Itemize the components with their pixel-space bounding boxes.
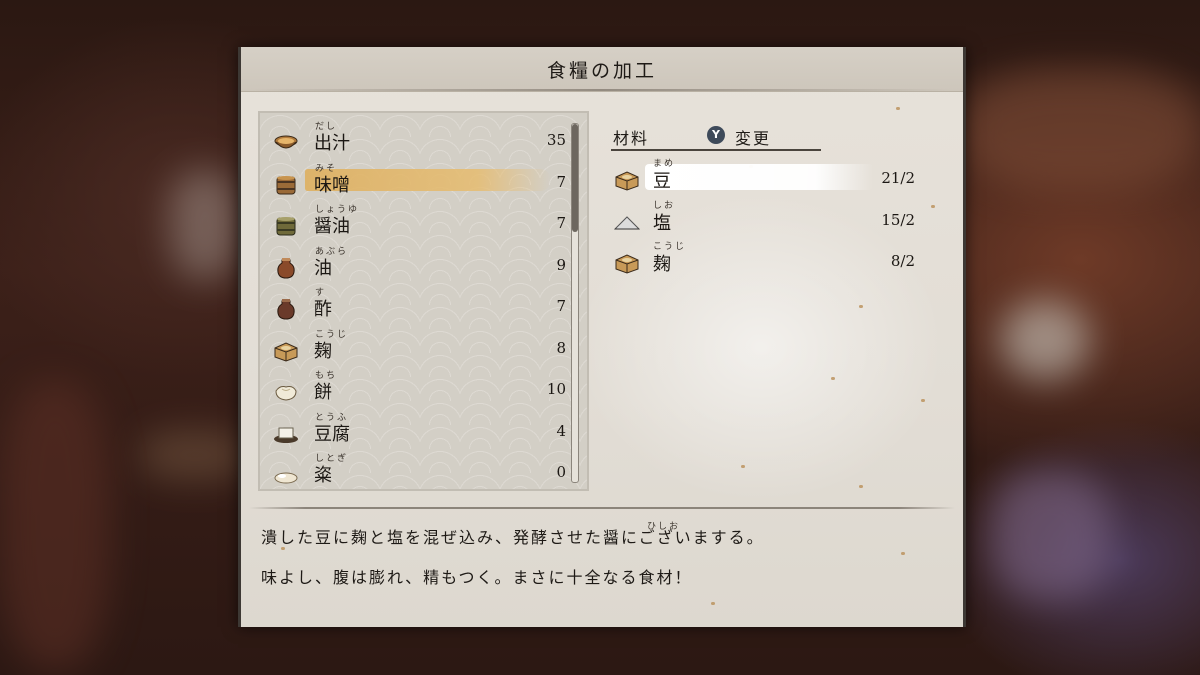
food-list-item[interactable]: こうじ麹 8 <box>260 329 580 370</box>
material-selection-highlight <box>645 164 873 190</box>
material-item[interactable]: まめ豆 21/2 <box>611 159 921 199</box>
bowl-icon <box>273 132 299 154</box>
scrollbar-thumb[interactable] <box>572 124 578 232</box>
description-line-2: 味よし、腹は膨れ、精もつく。まさに十全なる食材！ <box>261 568 693 587</box>
food-name: 粢 <box>314 465 332 486</box>
oil-jar-icon <box>273 257 299 279</box>
food-name: 醤油 <box>314 216 350 237</box>
food-name: 出汁 <box>314 133 350 154</box>
material-item[interactable]: しお塩 15/2 <box>611 201 921 241</box>
mochi-icon <box>273 381 299 403</box>
miso-barrel-icon <box>273 174 299 196</box>
food-name: 餅 <box>314 382 332 403</box>
material-name: 麹 <box>653 254 671 275</box>
change-action-label[interactable]: 変更 <box>735 125 771 149</box>
description-line-1: ひしお 潰した豆に麹と塩を混ぜ込み、発酵させた醤にございまする。 <box>261 522 941 565</box>
food-list: だし 出汁 35 みそ 味噌 7 しょうゆ 醤油 7 あぶら油 9 す酢 7 こうじ麹 8 もち餅 10 とうふ豆… <box>258 111 589 491</box>
food-count: 7 <box>556 297 566 315</box>
food-count: 4 <box>556 421 566 440</box>
y-button-icon[interactable]: Y <box>707 126 725 144</box>
food-name: 油 <box>314 257 332 279</box>
food-count: 10 <box>546 380 566 398</box>
food-count: 9 <box>556 255 566 274</box>
food-list-item[interactable]: みそ 味噌 7 <box>260 163 580 204</box>
material-item[interactable]: こうじ麹 8/2 <box>611 242 921 282</box>
food-count: 7 <box>556 172 566 191</box>
shitogi-icon <box>273 464 299 486</box>
material-quantity: 8/2 <box>890 252 915 270</box>
salt-pile-icon <box>613 211 641 233</box>
food-processing-panel: 食糧の加工 だし 出汁 35 みそ 味噌 7 しょうゆ 醤油 7 あぶら油 9 す酢 7 こうじ麹 8 もち餅… <box>238 47 966 627</box>
food-count: 35 <box>546 131 566 149</box>
food-name: 味噌 <box>314 174 350 196</box>
material-name: 豆 <box>653 171 671 192</box>
description-ruby: ひしお <box>647 522 681 532</box>
food-count: 8 <box>556 338 566 357</box>
food-list-item[interactable]: しとぎ粢 0 <box>260 453 580 489</box>
food-list-item[interactable]: あぶら油 9 <box>260 246 580 287</box>
koji-box-icon <box>614 252 640 274</box>
soy-sauce-barrel-icon <box>273 215 299 237</box>
tofu-icon <box>273 423 299 445</box>
food-list-scrollbar[interactable] <box>571 123 579 483</box>
food-list-item[interactable]: しょうゆ 醤油 7 <box>260 204 580 245</box>
description-divider <box>249 507 955 509</box>
food-list-item[interactable]: だし 出汁 35 <box>260 121 580 162</box>
materials-label: 材料 <box>613 129 650 148</box>
material-name: 塩 <box>653 212 671 234</box>
material-quantity: 15/2 <box>881 210 915 229</box>
food-count: 0 <box>556 463 566 481</box>
food-list-item[interactable]: とうふ 豆腐 4 <box>260 412 580 453</box>
koji-box-icon <box>273 340 299 362</box>
materials-header: 材料 Y 変更 <box>611 125 821 151</box>
food-list-item[interactable]: す酢7 <box>260 287 580 328</box>
food-list-item[interactable]: もち餅 10 <box>260 370 580 411</box>
food-name: 麹 <box>314 340 332 362</box>
panel-title: 食糧の加工 <box>241 47 963 92</box>
description-text: ひしお 潰した豆に麹と塩を混ぜ込み、発酵させた醤にございまする。 味よし、腹は膨… <box>261 522 941 605</box>
food-name: 豆腐 <box>314 423 350 445</box>
vinegar-jar-icon <box>273 298 299 320</box>
food-name: 酢 <box>314 299 332 320</box>
material-quantity: 21/2 <box>881 169 915 187</box>
food-count: 7 <box>556 214 566 232</box>
bean-box-icon <box>614 169 640 191</box>
